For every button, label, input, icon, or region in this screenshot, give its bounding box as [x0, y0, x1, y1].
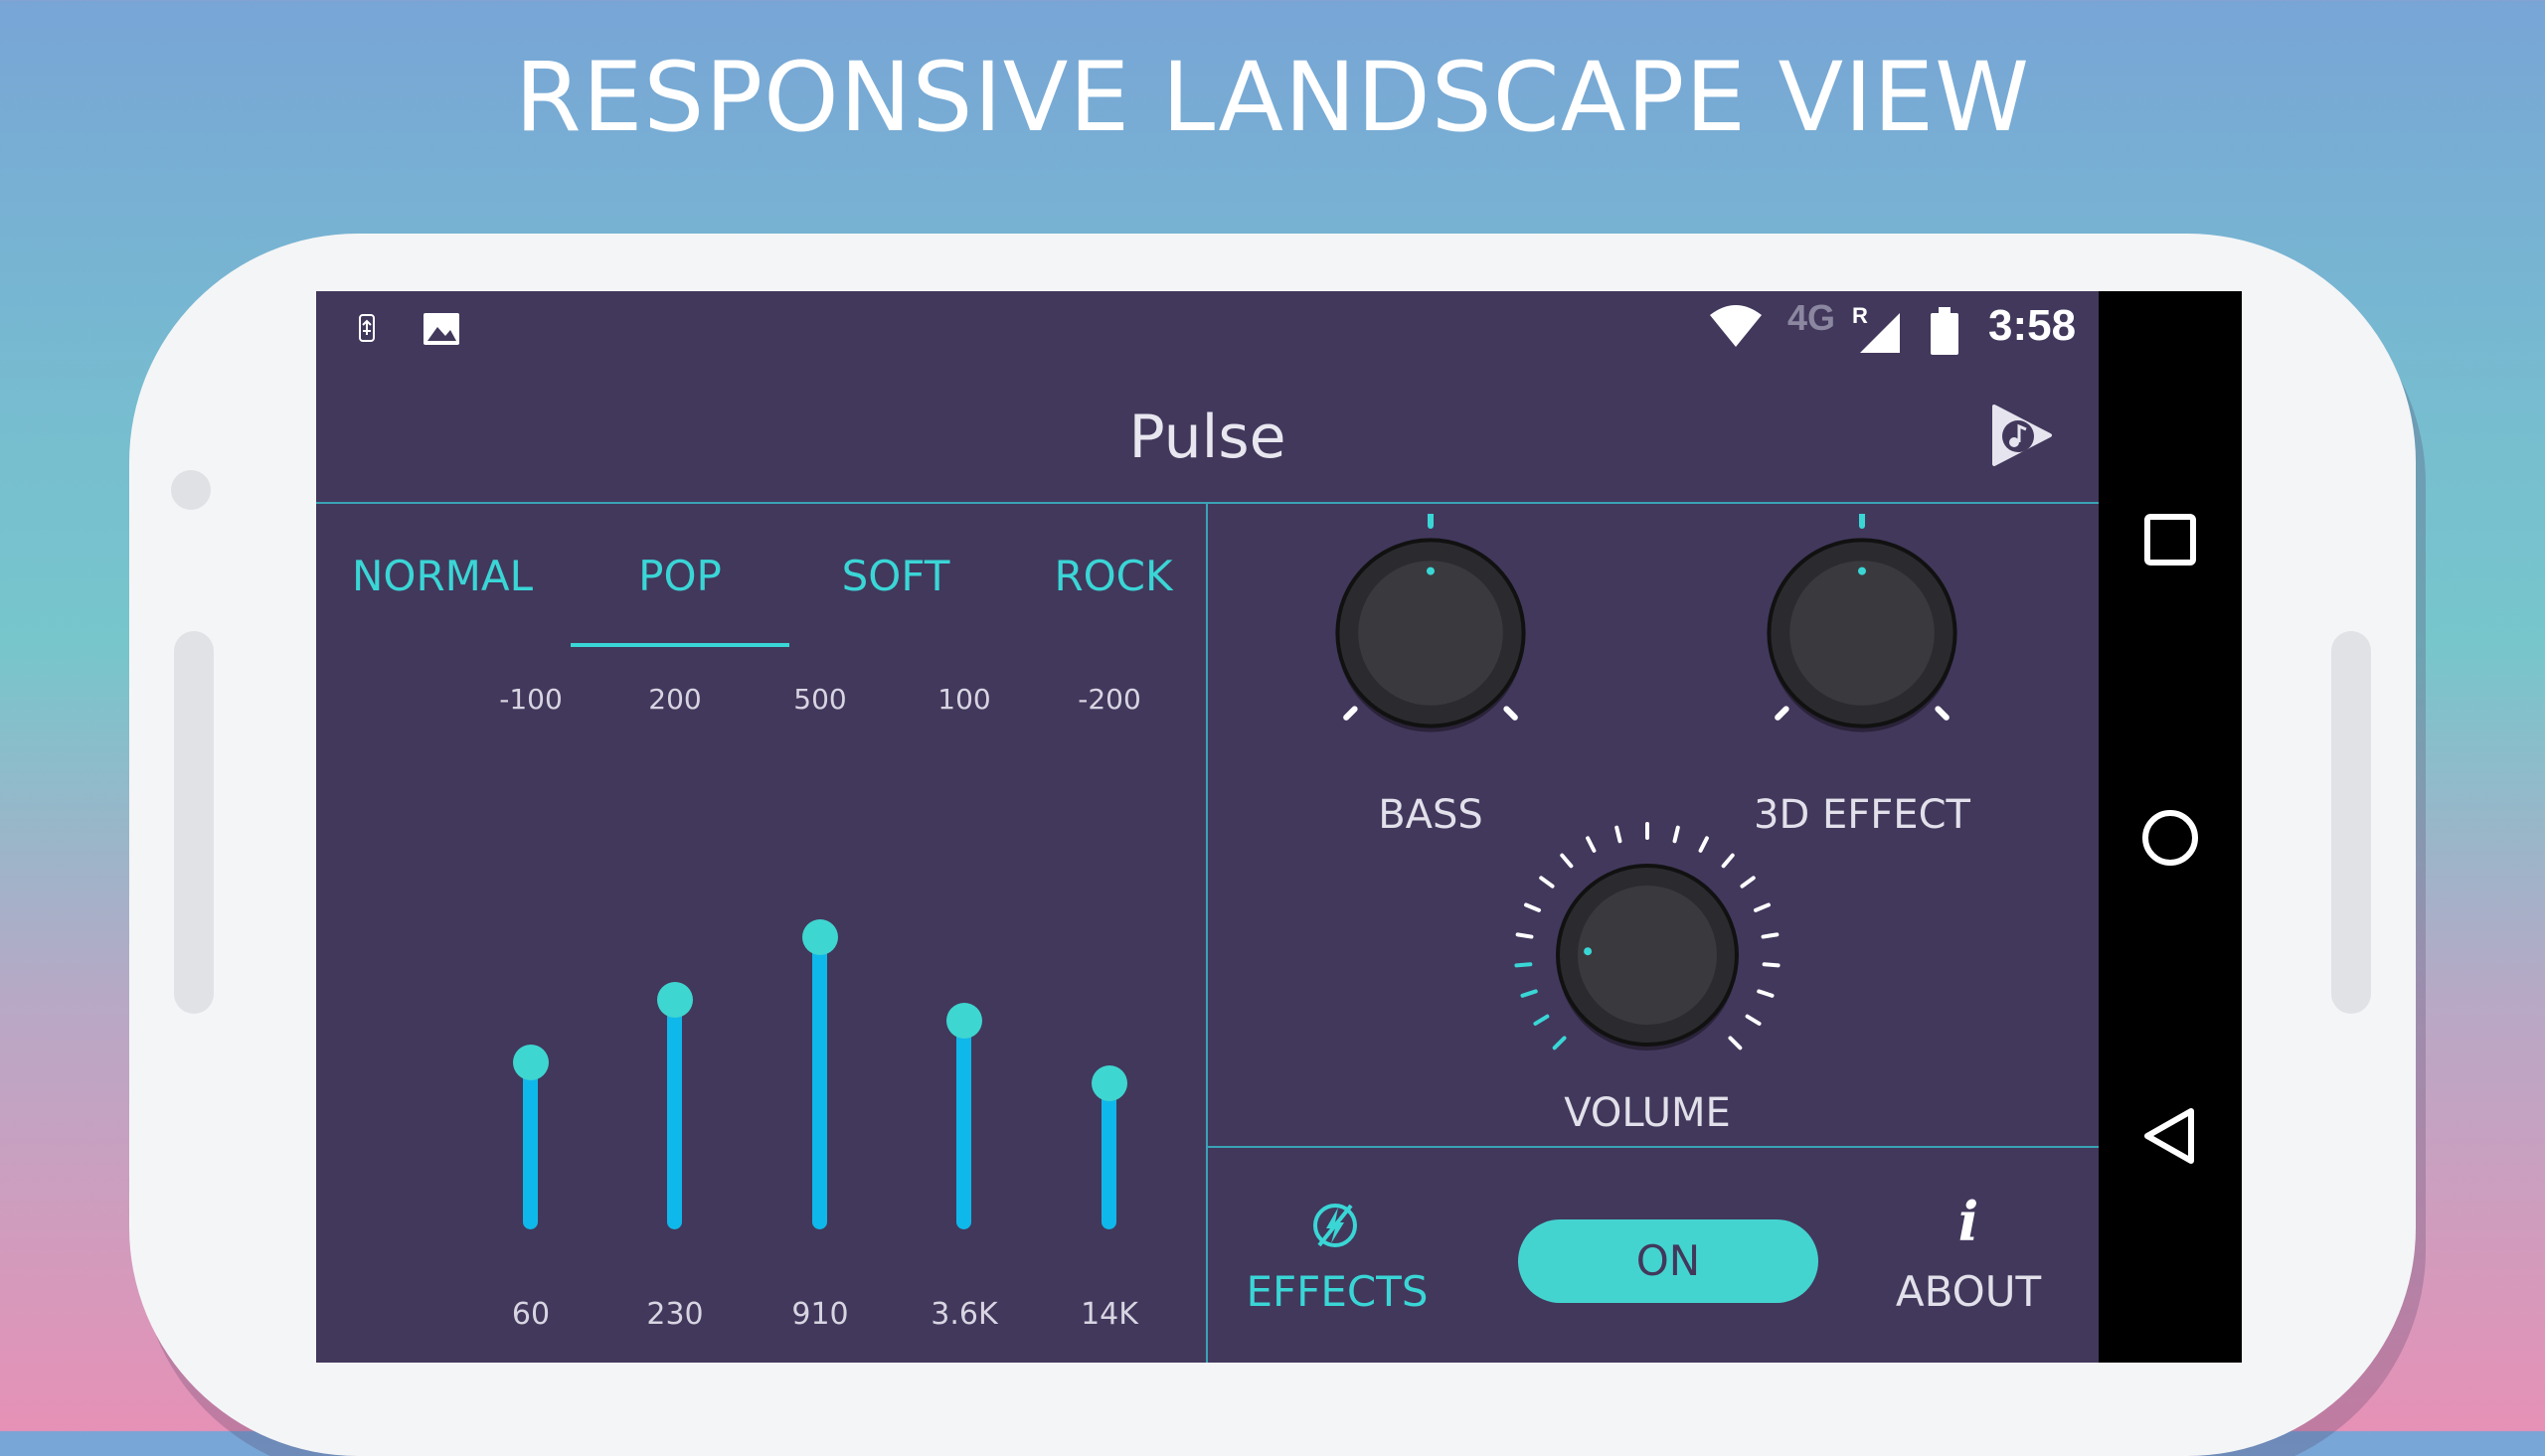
- knob-scale-tick: [1614, 825, 1622, 844]
- knob-scale-tick: [1761, 932, 1780, 939]
- home-circle-icon[interactable]: [2135, 803, 2205, 873]
- about-label: ABOUT: [1895, 1267, 2042, 1316]
- knob-scale-tick: [1524, 902, 1541, 912]
- knob-scale-tick: [1721, 853, 1735, 869]
- knob-scale-tick: [1586, 836, 1597, 853]
- slider-track: [1102, 1083, 1116, 1229]
- band-frequency-label: 3.6K: [931, 1297, 998, 1332]
- equalizer-panel: NORMAL POP SOFT ROCK -100 200 500 100 -2…: [316, 504, 1208, 1363]
- knob-scale-tick: [1740, 876, 1756, 889]
- slider-thumb[interactable]: [1092, 1065, 1127, 1101]
- knob-cap: [1578, 886, 1717, 1025]
- tab-normal[interactable]: NORMAL: [343, 552, 542, 600]
- phone-camera: [171, 470, 211, 510]
- volume-knob[interactable]: [1508, 816, 1786, 1094]
- app-title: Pulse: [1128, 403, 1286, 472]
- knob-indicator: [1584, 947, 1593, 956]
- knob-tick: [1343, 706, 1358, 721]
- volume-label: VOLUME: [1564, 1090, 1731, 1136]
- effects-label: EFFECTS: [1246, 1267, 1429, 1316]
- bass-knob[interactable]: [1311, 514, 1550, 752]
- knob-scale-tick: [1515, 932, 1534, 939]
- band-frequency-label: 910: [791, 1297, 849, 1332]
- knob-scale-tick: [1514, 962, 1533, 968]
- 3d-effect-knob[interactable]: [1743, 514, 1981, 752]
- knob-cap: [1789, 561, 1935, 706]
- network-type: 4G: [1787, 297, 1836, 338]
- navigation-bar: [2099, 291, 2242, 1363]
- info-icon: i: [1957, 1190, 1979, 1253]
- usb-debug-icon: [359, 314, 375, 342]
- phone-speaker-right: [2331, 631, 2371, 1014]
- band-slider[interactable]: [1092, 504, 1127, 1259]
- knob-scale-tick: [1757, 989, 1775, 998]
- knob-tick: [1503, 706, 1518, 721]
- effects-panel: BASS 3D EFFECT VOLUME: [1208, 504, 2099, 1140]
- band-frequency-label: 60: [511, 1297, 551, 1332]
- signal-icon: [1860, 313, 1900, 353]
- slider-track: [523, 1062, 538, 1229]
- pulse-logo-icon[interactable]: [1986, 401, 2056, 470]
- knob-scale-tick: [1552, 1036, 1567, 1051]
- power-toggle-button[interactable]: ON: [1518, 1219, 1818, 1303]
- knob-scale-tick: [1520, 989, 1538, 998]
- slider-track: [667, 1000, 682, 1229]
- wifi-icon: [1710, 305, 1762, 347]
- knob-scale-tick: [1698, 836, 1709, 853]
- knob-scale-tick: [1728, 1036, 1743, 1051]
- knob-scale-tick: [1754, 902, 1771, 912]
- band-frequency-label: 14K: [1081, 1297, 1138, 1332]
- band-slider[interactable]: [657, 504, 693, 1259]
- knob-tick: [1935, 706, 1950, 721]
- effects-button[interactable]: EFFECTS: [1228, 1188, 1446, 1327]
- slider-thumb[interactable]: [946, 1003, 982, 1039]
- knob-indicator: [1858, 566, 1866, 575]
- slider-track: [956, 1021, 971, 1229]
- phone-speaker-left: [174, 631, 214, 1014]
- slider-track: [812, 937, 827, 1229]
- knob-tick: [1775, 706, 1789, 721]
- lightning-icon: [1313, 1204, 1357, 1247]
- band-slider[interactable]: [513, 504, 549, 1259]
- image-icon: [424, 313, 459, 345]
- knob-scale-tick: [1745, 1014, 1762, 1026]
- back-triangle-icon[interactable]: [2135, 1101, 2205, 1171]
- slider-thumb[interactable]: [657, 982, 693, 1018]
- device-screen: 4G R 3:58 Pulse NORMAL POP SOFT ROCK -10…: [316, 291, 2242, 1363]
- headline: RESPONSIVE LANDSCAPE VIEW: [514, 42, 2030, 153]
- app-bar: Pulse: [316, 371, 2099, 504]
- knob-scale-tick: [1533, 1014, 1550, 1026]
- status-bar: 4G R 3:58: [316, 291, 2099, 371]
- band-slider[interactable]: [802, 504, 838, 1259]
- knob-scale-tick: [1762, 962, 1781, 968]
- battery-icon: [1931, 307, 1958, 355]
- slider-thumb[interactable]: [802, 919, 838, 955]
- knob-scale-tick: [1560, 853, 1574, 869]
- band-slider[interactable]: [946, 504, 982, 1259]
- bottom-controls: EFFECTS ON i ABOUT: [1208, 1146, 2099, 1363]
- clock: 3:58: [1988, 301, 2077, 350]
- knob-cap: [1358, 561, 1503, 706]
- slider-thumb[interactable]: [513, 1045, 549, 1080]
- recents-square-icon[interactable]: [2135, 505, 2205, 574]
- band-frequency-label: 230: [646, 1297, 704, 1332]
- knob-scale-tick: [1539, 876, 1555, 889]
- about-button[interactable]: i ABOUT: [1869, 1188, 2068, 1327]
- knob-scale-tick: [1672, 825, 1680, 844]
- knob-indicator: [1427, 566, 1435, 575]
